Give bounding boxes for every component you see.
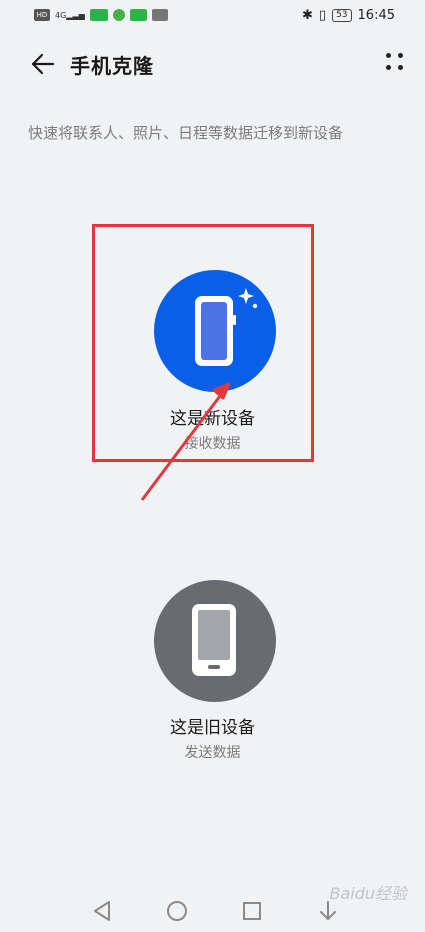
watermark: Baidu经验 [329,884,407,903]
nav-recents-icon[interactable] [241,899,263,923]
nav-back-icon[interactable] [91,899,113,923]
nav-home-icon[interactable] [165,899,189,923]
annotation-arrow-icon [140,382,231,501]
